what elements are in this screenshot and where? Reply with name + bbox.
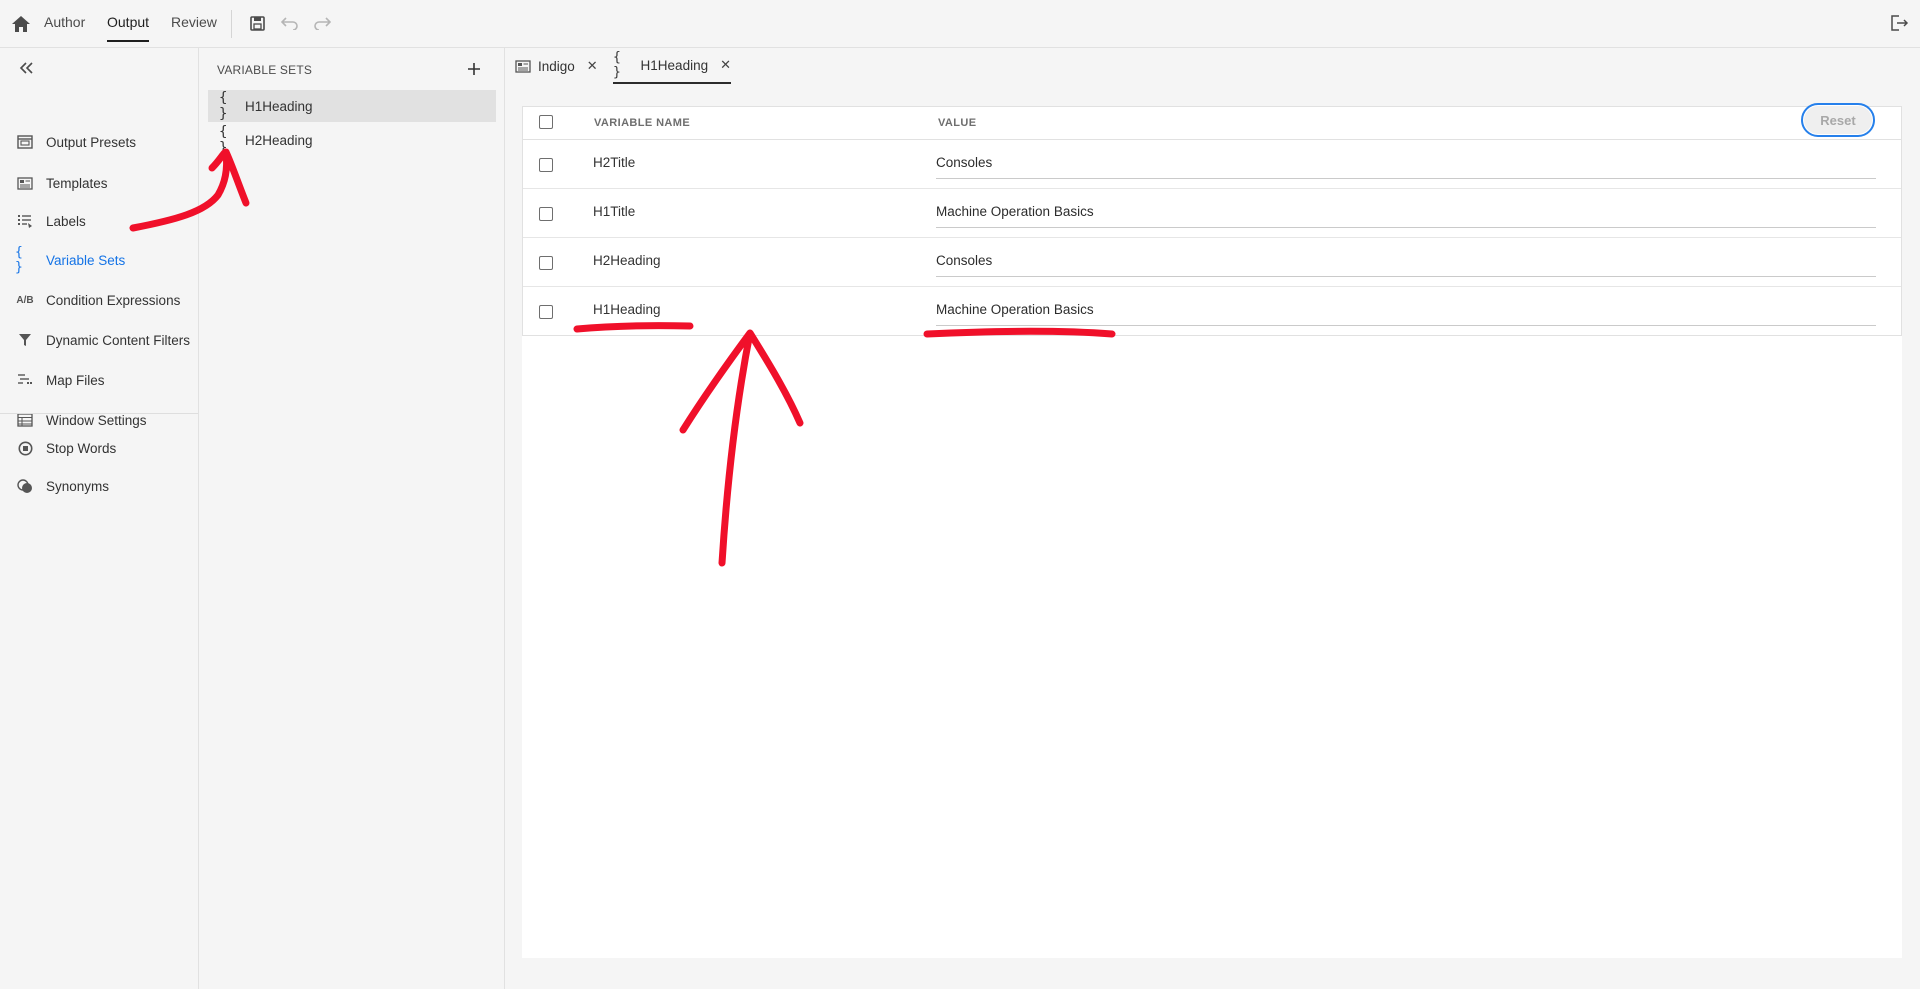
braces-icon: { }: [219, 90, 228, 122]
output-presets-icon: [15, 133, 35, 151]
nav-item-variable-sets[interactable]: { } Variable Sets: [0, 243, 198, 277]
table-row: H2Heading Consoles: [523, 238, 1901, 287]
header-value: VALUE: [938, 117, 977, 129]
row-checkbox[interactable]: [539, 305, 553, 319]
templates-icon: [15, 174, 35, 192]
nav-divider: [0, 413, 198, 414]
reset-button[interactable]: Reset: [1801, 103, 1875, 137]
select-all-checkbox[interactable]: [539, 115, 553, 129]
variable-value-field[interactable]: Machine Operation Basics: [936, 302, 1876, 326]
doc-tab-label: Indigo: [538, 58, 575, 74]
variable-set-item-h2heading[interactable]: { } H2Heading: [208, 124, 496, 156]
collapse-icon[interactable]: [16, 58, 36, 78]
variable-value-field[interactable]: Consoles: [936, 253, 1876, 277]
nav-label: Templates: [46, 175, 108, 191]
panel-title: VARIABLE SETS: [217, 63, 313, 77]
variable-set-item-h1heading[interactable]: { } H1Heading: [208, 90, 496, 122]
nav-label: Stop Words: [46, 440, 117, 456]
variable-name: H1Heading: [593, 302, 661, 317]
stop-words-icon: [15, 439, 35, 457]
tab-output[interactable]: Output: [107, 14, 150, 42]
left-nav: Output Presets Templates Labels { } Vari…: [0, 48, 199, 989]
nav-label: Dynamic Content Filters: [46, 332, 191, 348]
table-row: H1Heading Machine Operation Basics: [523, 287, 1901, 335]
nav-label: Window Settings: [46, 412, 147, 428]
tab-author[interactable]: Author: [44, 14, 85, 40]
doc-tab-h1heading[interactable]: { } H1Heading ✕: [613, 48, 731, 84]
preset-icon: [515, 59, 531, 73]
doc-tab-indigo[interactable]: Indigo ✕: [515, 48, 598, 84]
row-checkbox[interactable]: [539, 158, 553, 172]
nav-label: Variable Sets: [46, 252, 126, 268]
top-bar: Author Output Review: [0, 0, 1920, 48]
synonyms-icon: [15, 477, 35, 495]
close-icon[interactable]: ✕: [587, 58, 598, 74]
row-checkbox[interactable]: [539, 207, 553, 221]
row-checkbox[interactable]: [539, 256, 553, 270]
toolbar-divider: [231, 10, 232, 38]
nav-item-map-files[interactable]: Map Files: [0, 363, 198, 397]
nav-item-synonyms[interactable]: Synonyms: [0, 469, 198, 503]
variable-name: H1Title: [593, 204, 636, 219]
map-files-icon: [15, 371, 35, 389]
document-tabs: Indigo ✕ { } H1Heading ✕: [505, 48, 1920, 84]
braces-icon: { }: [613, 50, 621, 80]
table-header: VARIABLE NAME VALUE Reset: [523, 103, 1901, 140]
table-row: H2Title Consoles: [523, 140, 1901, 189]
nav-item-dynamic-content-filters[interactable]: Dynamic Content Filters: [0, 323, 198, 357]
variable-sets-icon: { }: [15, 245, 23, 275]
nav-label: Synonyms: [46, 478, 110, 494]
nav-label: Condition Expressions: [46, 292, 181, 308]
exit-icon[interactable]: [1890, 13, 1910, 33]
add-icon[interactable]: [463, 58, 485, 80]
nav-item-output-presets[interactable]: Output Presets: [0, 125, 198, 159]
variable-sets-panel: VARIABLE SETS { } H1Heading { } H2Headin…: [199, 48, 505, 989]
nav-item-templates[interactable]: Templates: [0, 166, 198, 200]
nav-label: Map Files: [46, 372, 105, 388]
nav-label: Labels: [46, 213, 86, 229]
nav-item-stop-words[interactable]: Stop Words: [0, 431, 198, 465]
table-row: H1Title Machine Operation Basics: [523, 189, 1901, 238]
filter-icon: [15, 331, 35, 349]
variables-table: VARIABLE NAME VALUE Reset H2Title Consol…: [522, 103, 1902, 336]
nav-item-condition-expressions[interactable]: A/B Condition Expressions: [0, 283, 198, 317]
redo-icon[interactable]: [312, 13, 332, 33]
variable-name: H2Heading: [593, 253, 661, 268]
variables-editor: VARIABLE NAME VALUE Reset H2Title Consol…: [522, 103, 1902, 958]
close-icon[interactable]: ✕: [720, 57, 731, 73]
doc-tab-label: H1Heading: [640, 57, 709, 73]
variable-set-label: H2Heading: [245, 132, 313, 148]
braces-icon: { }: [219, 124, 228, 156]
nav-item-labels[interactable]: Labels: [0, 204, 198, 238]
labels-icon: [15, 212, 35, 230]
header-variable-name: VARIABLE NAME: [594, 117, 691, 129]
undo-icon[interactable]: [280, 13, 300, 33]
variable-value-field[interactable]: Machine Operation Basics: [936, 204, 1876, 228]
home-icon[interactable]: [10, 13, 32, 35]
tab-review[interactable]: Review: [171, 14, 217, 40]
variable-set-label: H1Heading: [245, 98, 313, 114]
variable-name: H2Title: [593, 155, 636, 170]
nav-label: Output Presets: [46, 134, 137, 150]
save-icon[interactable]: [247, 13, 267, 33]
condition-expressions-icon: A/B: [16, 294, 34, 306]
variable-value-field[interactable]: Consoles: [936, 155, 1876, 179]
